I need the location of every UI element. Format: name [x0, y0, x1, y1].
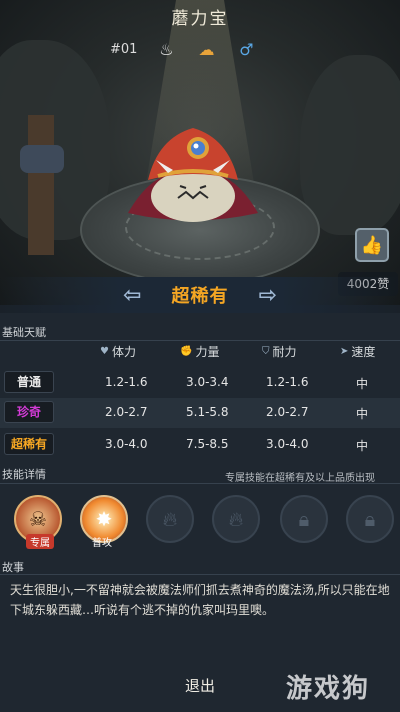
pet-name: 蘑力宝 [171, 9, 229, 29]
speed-icon: ➤ [340, 346, 349, 357]
skill-tag-basic: 普攻 [92, 538, 112, 549]
burst-icon: ✸ [95, 507, 113, 531]
next-arrow-icon[interactable]: ⇨ [259, 283, 277, 308]
def-value: 1.2-1.6 [266, 375, 309, 389]
back-button[interactable]: 退出 [170, 668, 230, 704]
shield-icon: ⛉ [262, 346, 270, 357]
tier-tag: 超稀有 [4, 433, 54, 455]
pet-attributes: #01 ♨ ☁ ♂ [110, 38, 310, 60]
flame-icon: 🔥︎ [162, 507, 178, 531]
hp-value: 2.0-2.7 [105, 405, 148, 419]
rarity-selector: ⇦ 超稀有 ⇨ [0, 277, 400, 313]
header-atk: ✊ 力量 [180, 345, 220, 359]
skill-slot-4[interactable]: 🔥︎ [212, 495, 260, 543]
story-section-title: 故事 [2, 561, 24, 574]
terrain-icon[interactable]: ☁ [195, 39, 217, 59]
def-value: 3.0-4.0 [266, 437, 309, 451]
tier-tag: 普通 [4, 371, 54, 393]
divider [0, 574, 400, 575]
pet-showcase-scene: 蘑力宝 #01 ♨ ☁ ♂ 👍 4002赞 [0, 0, 400, 305]
like-button[interactable]: 👍 [355, 228, 389, 262]
pet-sprite[interactable] [118, 118, 268, 228]
rarity-label: 超稀有 [171, 286, 229, 307]
def-value: 2.0-2.7 [266, 405, 309, 419]
heart-icon: ♥ [100, 346, 109, 357]
atk-value: 7.5-8.5 [186, 437, 229, 451]
wooden-post [28, 115, 54, 255]
divider [0, 483, 400, 484]
bowl-icon[interactable]: ♨ [155, 39, 177, 59]
header-hp: ♥ 体力 [100, 345, 136, 359]
atk-value: 5.1-5.8 [186, 405, 229, 419]
prev-arrow-icon[interactable]: ⇦ [123, 283, 141, 308]
lock-icon: 🔒︎ [298, 507, 310, 531]
flame-icon: 🔥︎ [228, 507, 244, 531]
header-spd: ➤ 速度 [340, 345, 376, 359]
skills-section-title: 技能详情 [2, 468, 46, 481]
talent-row-rare: 珍奇 2.0-2.7 5.1-5.8 2.0-2.7 中 [0, 398, 400, 428]
rope-wrap [20, 145, 64, 173]
spd-value: 中 [356, 407, 369, 421]
skill-slot-3[interactable]: 🔥︎ [146, 495, 194, 543]
fist-icon: ✊ [180, 346, 193, 357]
tier-tag: 珍奇 [4, 401, 54, 423]
hp-value: 1.2-1.6 [105, 375, 148, 389]
spd-value: 中 [356, 439, 369, 453]
atk-value: 3.0-3.4 [186, 375, 229, 389]
skill-tag-exclusive: 专属 [26, 534, 54, 549]
talent-section-title: 基础天赋 [2, 326, 46, 339]
skill-slot-5[interactable]: 🔒︎ [280, 495, 328, 543]
talent-row-super-rare: 超稀有 3.0-4.0 7.5-8.5 3.0-4.0 中 [0, 430, 400, 460]
skill-slot-6[interactable]: 🔒︎ [346, 495, 394, 543]
divider [0, 340, 400, 341]
skull-icon: ☠ [29, 507, 47, 531]
thumbs-up-icon: 👍 [360, 234, 384, 256]
talent-row-common: 普通 1.2-1.6 3.0-3.4 1.2-1.6 中 [0, 368, 400, 398]
rock-right [300, 55, 400, 235]
male-icon[interactable]: ♂ [235, 39, 257, 59]
pet-number: #01 [110, 41, 138, 57]
story-text: 天生很胆小,一不留神就会被魔法师们抓去煮神奇的魔法汤,所以只能在地下城东躲西藏…… [10, 583, 390, 617]
skills-note: 专属技能在超稀有及以上品质出现 [225, 473, 375, 484]
talent-table-header: ♥ 体力 ✊ 力量 ⛉ 耐力 ➤ 速度 [0, 343, 400, 363]
header-def: ⛉ 耐力 [262, 345, 297, 359]
lock-icon: 🔒︎ [364, 507, 376, 531]
spd-value: 中 [356, 377, 369, 391]
hp-value: 3.0-4.0 [105, 437, 148, 451]
watermark-logo: 游戏狗 [286, 674, 371, 704]
